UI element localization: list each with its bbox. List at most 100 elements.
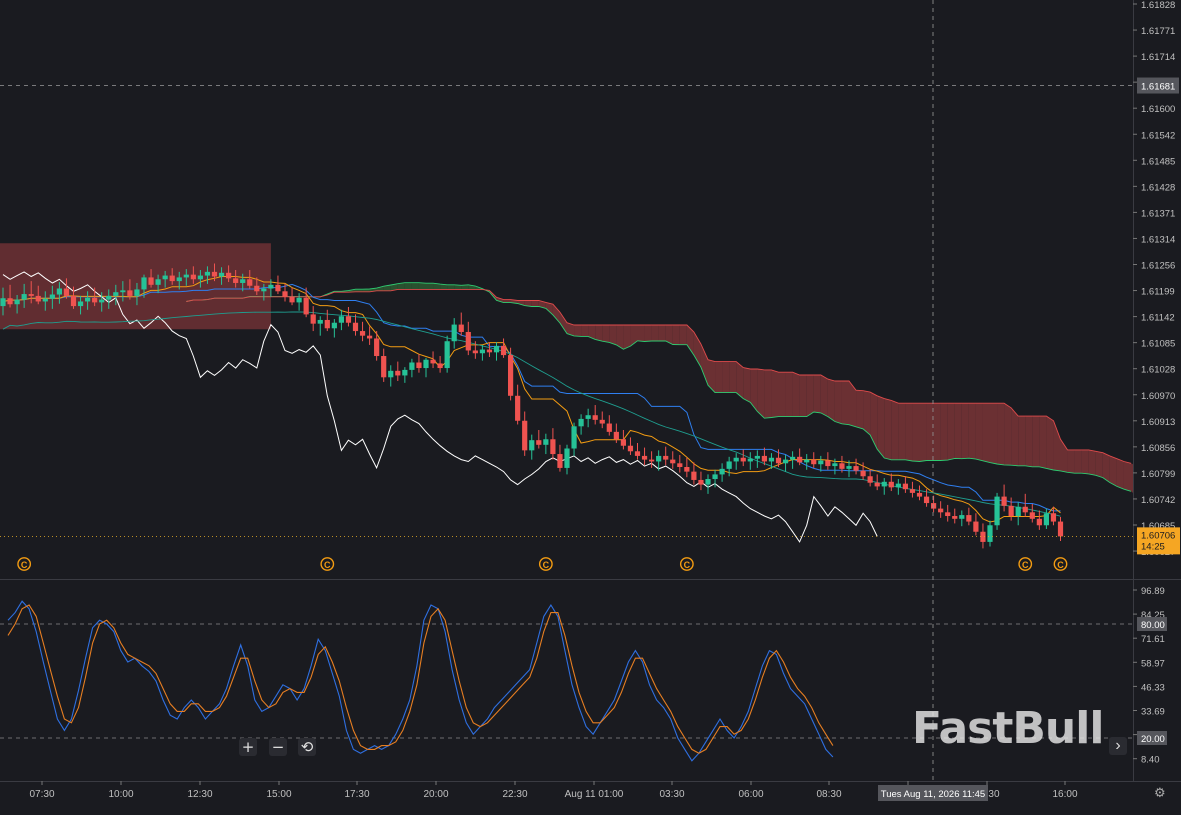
candle-body: [15, 300, 20, 305]
candle-body: [966, 515, 971, 521]
candle-body: [127, 290, 132, 296]
candle-body: [712, 474, 717, 479]
crosshair-price-tag: 1.61681: [1141, 82, 1175, 93]
candle-body: [811, 460, 816, 465]
time-tick-label: 15:00: [266, 789, 291, 800]
cloud-segment: [1082, 450, 1089, 474]
candle-body: [64, 289, 69, 296]
candle-body: [261, 289, 266, 292]
candle-body: [423, 360, 428, 368]
candle-body: [691, 472, 696, 480]
time-tick-label: 03:30: [659, 789, 684, 800]
candle-body: [790, 457, 795, 460]
oscillator-tick-label: 8.40: [1141, 755, 1160, 766]
candle-body: [959, 515, 964, 519]
candle-body: [536, 440, 541, 445]
candle-body: [141, 277, 146, 289]
candle-body: [987, 525, 992, 542]
cloud-segment: [927, 403, 934, 460]
countdown-label: 14:25: [1141, 541, 1165, 552]
price-tick-label: 1.61142: [1141, 313, 1175, 324]
time-tick-label: 10:00: [108, 789, 133, 800]
cloud-segment: [652, 325, 659, 341]
candle-body: [177, 277, 182, 281]
candle-body: [677, 463, 682, 467]
time-tick-label: 17:30: [344, 789, 369, 800]
candle: [508, 348, 513, 401]
candle-body: [656, 456, 661, 462]
scroll-right-icon[interactable]: ›: [1109, 737, 1127, 755]
oscillator-tick-label: 96.89: [1141, 586, 1165, 597]
cloud-segment: [743, 368, 750, 403]
cloud-segment: [1068, 450, 1075, 473]
candle-body: [311, 314, 316, 323]
candle-body: [741, 458, 746, 462]
cloud-segment: [912, 403, 919, 461]
candle-body: [473, 350, 478, 353]
candle-body: [71, 296, 76, 306]
candle-body: [501, 346, 506, 355]
price-tick-label: 1.61028: [1141, 365, 1175, 376]
candle-body: [994, 497, 999, 526]
candle-body: [184, 275, 189, 278]
cloud-segment: [898, 403, 905, 460]
candle-body: [374, 338, 379, 356]
cloud-segment: [934, 403, 941, 460]
candle-body: [621, 439, 626, 445]
candle-body: [931, 503, 936, 509]
cloud-segment: [729, 362, 736, 393]
time-tick-label: 08:30: [816, 789, 841, 800]
candle-body: [839, 463, 844, 469]
price-tick-label: 1.60913: [1141, 417, 1175, 428]
candle-body: [381, 356, 386, 377]
candle-body: [339, 316, 344, 322]
candle-body: [494, 346, 499, 352]
cloud-segment: [532, 301, 539, 307]
candle-body: [600, 420, 605, 424]
candle-body: [698, 480, 703, 485]
price-tick-label: 1.61771: [1141, 26, 1175, 37]
cloud-segment: [722, 362, 729, 393]
settings-gear-icon[interactable]: ⚙: [1154, 786, 1166, 801]
cloud-segment: [863, 391, 870, 435]
reset-zoom-button[interactable]: ⟲: [298, 738, 316, 756]
cloud-segment: [609, 325, 616, 345]
cloud-segment: [1046, 416, 1053, 470]
candle-body: [882, 482, 887, 487]
candle-body: [529, 440, 534, 450]
cloud-segment: [976, 403, 983, 461]
cloud-segment: [920, 403, 927, 461]
cloud-segment: [623, 325, 630, 349]
candle-body: [148, 277, 153, 284]
cloud-segment: [581, 325, 588, 336]
trading-chart[interactable]: CCCCCC 1.618281.617711.617141.616571.616…: [0, 0, 1181, 810]
cloud-segment: [1096, 451, 1103, 477]
candle-body: [22, 294, 27, 300]
cloud-segment: [595, 325, 602, 341]
candle-body: [430, 360, 435, 364]
candle-body: [402, 370, 407, 376]
zoom-out-button[interactable]: −: [269, 738, 287, 756]
candle-body: [783, 460, 788, 464]
candle-body: [705, 479, 710, 485]
event-marker-letter: C: [1057, 560, 1064, 570]
cloud-segment: [602, 325, 609, 342]
cloud-segment: [645, 325, 652, 341]
candle-body: [853, 466, 858, 471]
price-tick-label: 1.61199: [1141, 287, 1175, 298]
candle-body: [670, 460, 675, 464]
cloud-segment: [990, 403, 997, 464]
candle-body: [543, 439, 548, 445]
candle-body: [720, 469, 725, 475]
candle-body: [57, 289, 62, 295]
zoom-in-button[interactable]: +: [239, 738, 257, 756]
cloud-segment: [800, 375, 807, 417]
candle-body: [776, 458, 781, 464]
cloud-segment: [1117, 459, 1124, 490]
candle-body: [219, 273, 224, 277]
candle-body: [607, 424, 612, 432]
cloud-segment: [835, 381, 842, 424]
candle-body: [642, 456, 647, 460]
candle-body: [508, 355, 513, 396]
cloud-segment: [941, 403, 948, 460]
